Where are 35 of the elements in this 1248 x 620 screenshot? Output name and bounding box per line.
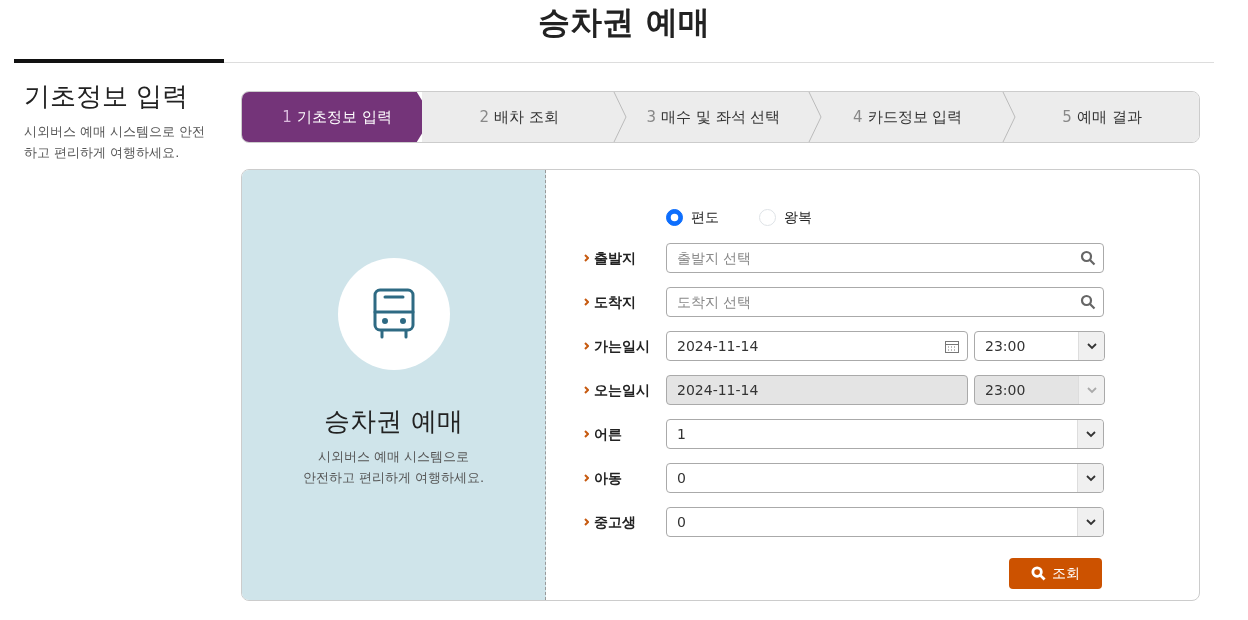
caret-icon xyxy=(1086,342,1097,350)
count-select[interactable]: 0 xyxy=(666,507,1104,537)
search-field[interactable]: 도착지 선택 xyxy=(666,287,1104,317)
search-icon[interactable] xyxy=(1080,294,1096,310)
count-select[interactable]: 0 xyxy=(666,463,1104,493)
search-field[interactable]: 출발지 선택 xyxy=(666,243,1104,273)
caret-icon xyxy=(1086,386,1097,394)
page-title: 승차권 예매 xyxy=(537,2,711,43)
field-label: 오는일시 xyxy=(594,380,650,400)
field-label: 출발지 xyxy=(594,248,636,268)
caret-icon xyxy=(1085,518,1096,526)
radio-label: 편도 xyxy=(691,207,719,227)
chevron-divider-icon xyxy=(1000,92,1017,142)
field-label: 도착지 xyxy=(594,292,636,312)
field-label: 아동 xyxy=(594,468,622,488)
intro-text: 시외버스 예매 시스템으로 안전하고 편리하게 여행하세요. xyxy=(302,448,485,487)
section-description: 시외버스 예매 시스템으로 안전하고 편리하게 여행하세요. xyxy=(24,123,207,162)
calendar-icon[interactable] xyxy=(945,339,959,353)
section-heading: 기초정보 입력 xyxy=(24,81,190,113)
count-select[interactable]: 1 xyxy=(666,419,1104,449)
date-field[interactable]: 2024-11-14 xyxy=(666,331,968,361)
intro-title: 승차권 예매 xyxy=(324,406,463,438)
search-icon[interactable] xyxy=(1080,250,1096,266)
radio-label: 왕복 xyxy=(784,207,812,227)
chevron-divider-icon xyxy=(806,92,823,142)
caret-icon xyxy=(1085,430,1096,438)
time-select[interactable]: 23:00 xyxy=(974,331,1105,361)
search-button[interactable]: 조회 xyxy=(1009,558,1102,589)
caret-icon xyxy=(1085,474,1096,482)
field-label: 중고생 xyxy=(594,512,636,532)
field-label: 가는일시 xyxy=(594,336,650,356)
field-label: 어른 xyxy=(594,424,622,444)
search-icon xyxy=(1031,566,1046,581)
chevron-divider-icon xyxy=(612,92,629,142)
trip-type-radio[interactable] xyxy=(666,208,683,226)
